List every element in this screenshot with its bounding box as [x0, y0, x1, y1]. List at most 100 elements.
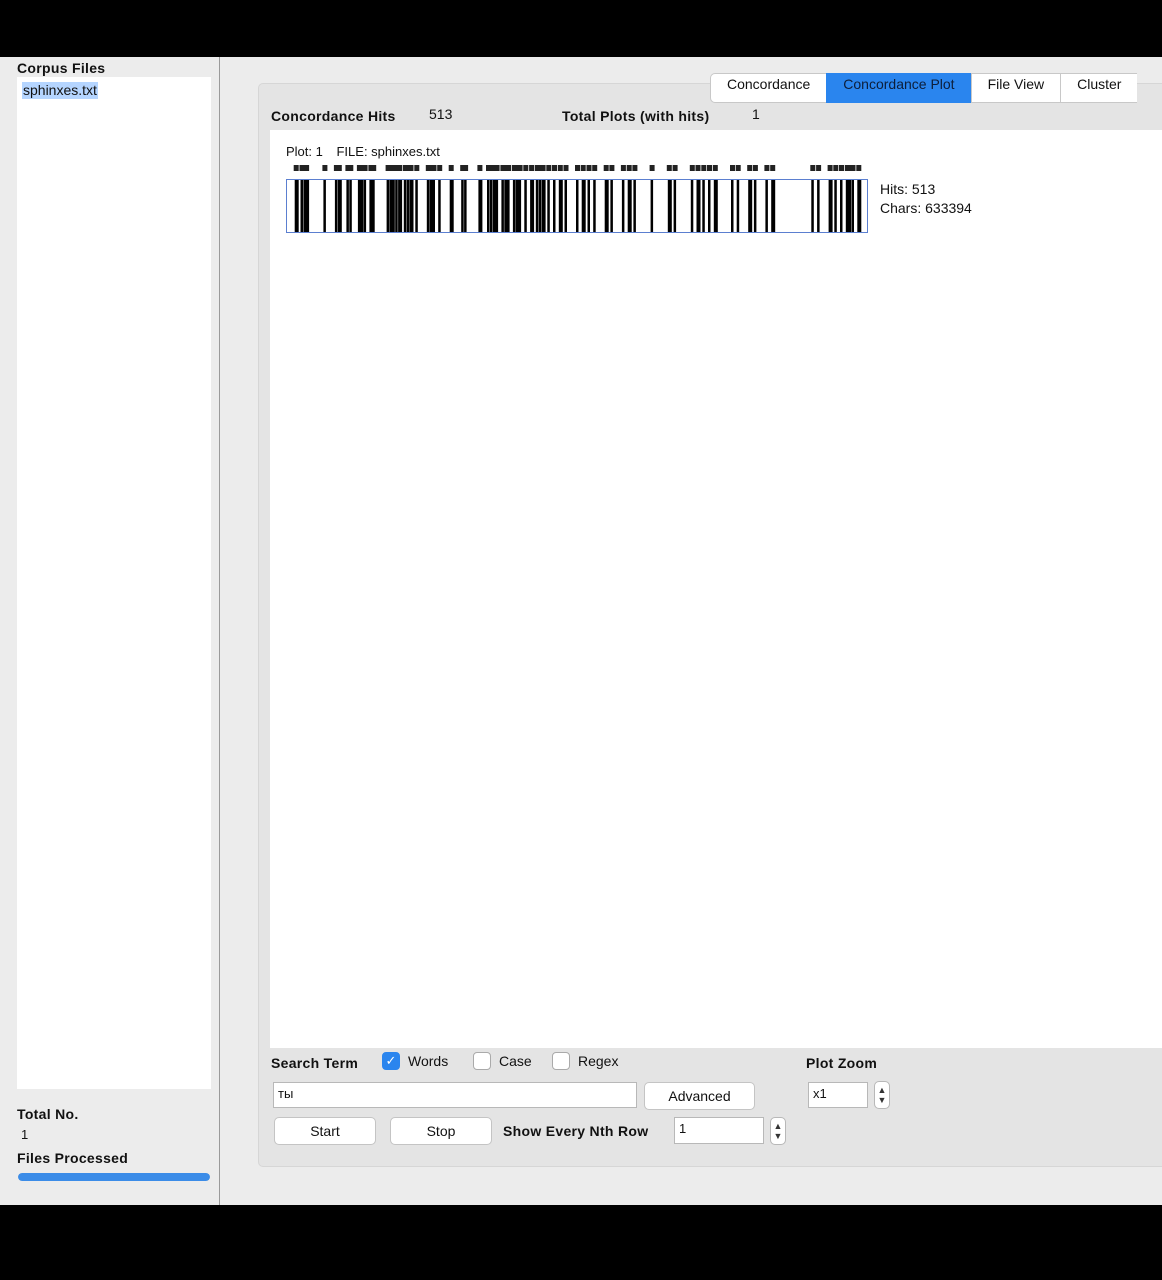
- hit-line[interactable]: [667, 180, 672, 232]
- hit-line[interactable]: [650, 180, 654, 232]
- hit-line[interactable]: [587, 180, 591, 232]
- hit-line[interactable]: [395, 180, 398, 232]
- hit-line[interactable]: [857, 180, 862, 232]
- hit-line[interactable]: [834, 180, 837, 232]
- panel-divider[interactable]: [219, 57, 220, 1205]
- hit-line[interactable]: [524, 180, 527, 232]
- regex-checkbox[interactable]: [552, 1052, 570, 1070]
- hit-line[interactable]: [415, 180, 418, 232]
- hit-line[interactable]: [627, 180, 632, 232]
- hit-line[interactable]: [558, 180, 563, 232]
- hit-line[interactable]: [449, 180, 454, 232]
- hit-line[interactable]: [765, 180, 768, 232]
- hit-line[interactable]: [673, 180, 677, 232]
- hit-line[interactable]: [346, 180, 349, 232]
- hit-line[interactable]: [736, 180, 740, 232]
- zoom-stepper[interactable]: ▲ ▼: [874, 1081, 890, 1109]
- hit-line[interactable]: [696, 180, 701, 232]
- hit-line[interactable]: [564, 180, 568, 232]
- tab-concordance-plot[interactable]: Concordance Plot: [826, 73, 971, 103]
- hit-line[interactable]: [403, 180, 407, 232]
- hit-line[interactable]: [690, 180, 694, 232]
- hit-barcode-plot[interactable]: [286, 179, 868, 233]
- hit-line[interactable]: [432, 180, 436, 232]
- hit-line[interactable]: [478, 180, 483, 232]
- hit-line[interactable]: [461, 180, 464, 232]
- concordance-plot-area[interactable]: Plot: 1 FILE: sphinxes.txt Hits: 513 Cha…: [270, 130, 1162, 1048]
- hit-line[interactable]: [392, 180, 395, 232]
- chevron-up-icon[interactable]: ▲: [878, 1085, 887, 1095]
- hit-line[interactable]: [323, 180, 326, 232]
- hit-line[interactable]: [363, 180, 367, 232]
- hit-line[interactable]: [501, 180, 504, 232]
- hit-line[interactable]: [748, 180, 753, 232]
- hit-line[interactable]: [576, 180, 579, 232]
- chevron-down-icon[interactable]: ▼: [878, 1095, 887, 1105]
- advanced-button[interactable]: Advanced: [644, 1082, 755, 1110]
- case-option[interactable]: Case: [473, 1052, 532, 1070]
- hit-line[interactable]: [840, 180, 843, 232]
- hit-line[interactable]: [753, 180, 757, 232]
- hit-line[interactable]: [581, 180, 586, 232]
- hit-line[interactable]: [300, 180, 304, 232]
- hit-line[interactable]: [464, 180, 467, 232]
- hit-line[interactable]: [507, 180, 510, 232]
- hit-line[interactable]: [541, 180, 546, 232]
- hit-line[interactable]: [633, 180, 636, 232]
- hit-line[interactable]: [702, 180, 705, 232]
- hit-line[interactable]: [731, 180, 734, 232]
- hit-line[interactable]: [547, 180, 550, 232]
- hit-line[interactable]: [386, 180, 390, 232]
- hit-line[interactable]: [708, 180, 711, 232]
- corpus-file-list[interactable]: sphinxes.txt: [17, 77, 211, 1089]
- hit-line[interactable]: [294, 180, 299, 232]
- hit-line[interactable]: [360, 180, 364, 232]
- chevron-down-icon[interactable]: ▼: [774, 1131, 783, 1141]
- search-term-input[interactable]: ты: [273, 1082, 637, 1108]
- start-button[interactable]: Start: [274, 1117, 376, 1145]
- hit-line[interactable]: [406, 180, 410, 232]
- hit-line[interactable]: [372, 180, 375, 232]
- hit-line[interactable]: [553, 180, 556, 232]
- hit-line[interactable]: [621, 180, 625, 232]
- hit-line[interactable]: [305, 180, 310, 232]
- hit-line[interactable]: [811, 180, 814, 232]
- hit-line[interactable]: [535, 180, 539, 232]
- hit-line[interactable]: [713, 180, 718, 232]
- case-checkbox[interactable]: [473, 1052, 491, 1070]
- hit-line[interactable]: [828, 180, 833, 232]
- tab-file-view[interactable]: File View: [970, 73, 1061, 103]
- hit-line[interactable]: [334, 180, 338, 232]
- hit-line[interactable]: [848, 180, 852, 232]
- stop-button[interactable]: Stop: [390, 1117, 492, 1145]
- hit-line[interactable]: [610, 180, 613, 232]
- hit-line[interactable]: [518, 180, 522, 232]
- tab-concordance[interactable]: Concordance: [710, 73, 827, 103]
- hit-line[interactable]: [438, 180, 441, 232]
- hit-line[interactable]: [593, 180, 596, 232]
- hit-line[interactable]: [495, 180, 499, 232]
- hit-line[interactable]: [530, 180, 535, 232]
- nth-row-stepper[interactable]: ▲ ▼: [770, 1117, 786, 1145]
- plot-zoom-input[interactable]: x1: [808, 1082, 868, 1108]
- words-checkbox[interactable]: ✓: [382, 1052, 400, 1070]
- regex-option[interactable]: Regex: [552, 1052, 618, 1070]
- hit-line[interactable]: [337, 180, 342, 232]
- hit-line[interactable]: [487, 180, 490, 232]
- words-option[interactable]: ✓ Words: [382, 1052, 448, 1070]
- hit-line[interactable]: [604, 180, 609, 232]
- hit-line[interactable]: [398, 180, 403, 232]
- hit-line[interactable]: [409, 180, 414, 232]
- hit-line[interactable]: [851, 180, 855, 232]
- file-item-sphinxes[interactable]: sphinxes.txt: [22, 82, 98, 99]
- hit-line[interactable]: [771, 180, 776, 232]
- hit-line[interactable]: [538, 180, 542, 232]
- chevron-up-icon[interactable]: ▲: [774, 1121, 783, 1131]
- nth-row-input[interactable]: 1: [674, 1117, 764, 1144]
- hit-line[interactable]: [349, 180, 352, 232]
- hit-line[interactable]: [817, 180, 820, 232]
- hit-line[interactable]: [512, 180, 516, 232]
- tab-cluster[interactable]: Cluster: [1060, 73, 1138, 103]
- hit-line[interactable]: [426, 180, 430, 232]
- hit-line[interactable]: [489, 180, 493, 232]
